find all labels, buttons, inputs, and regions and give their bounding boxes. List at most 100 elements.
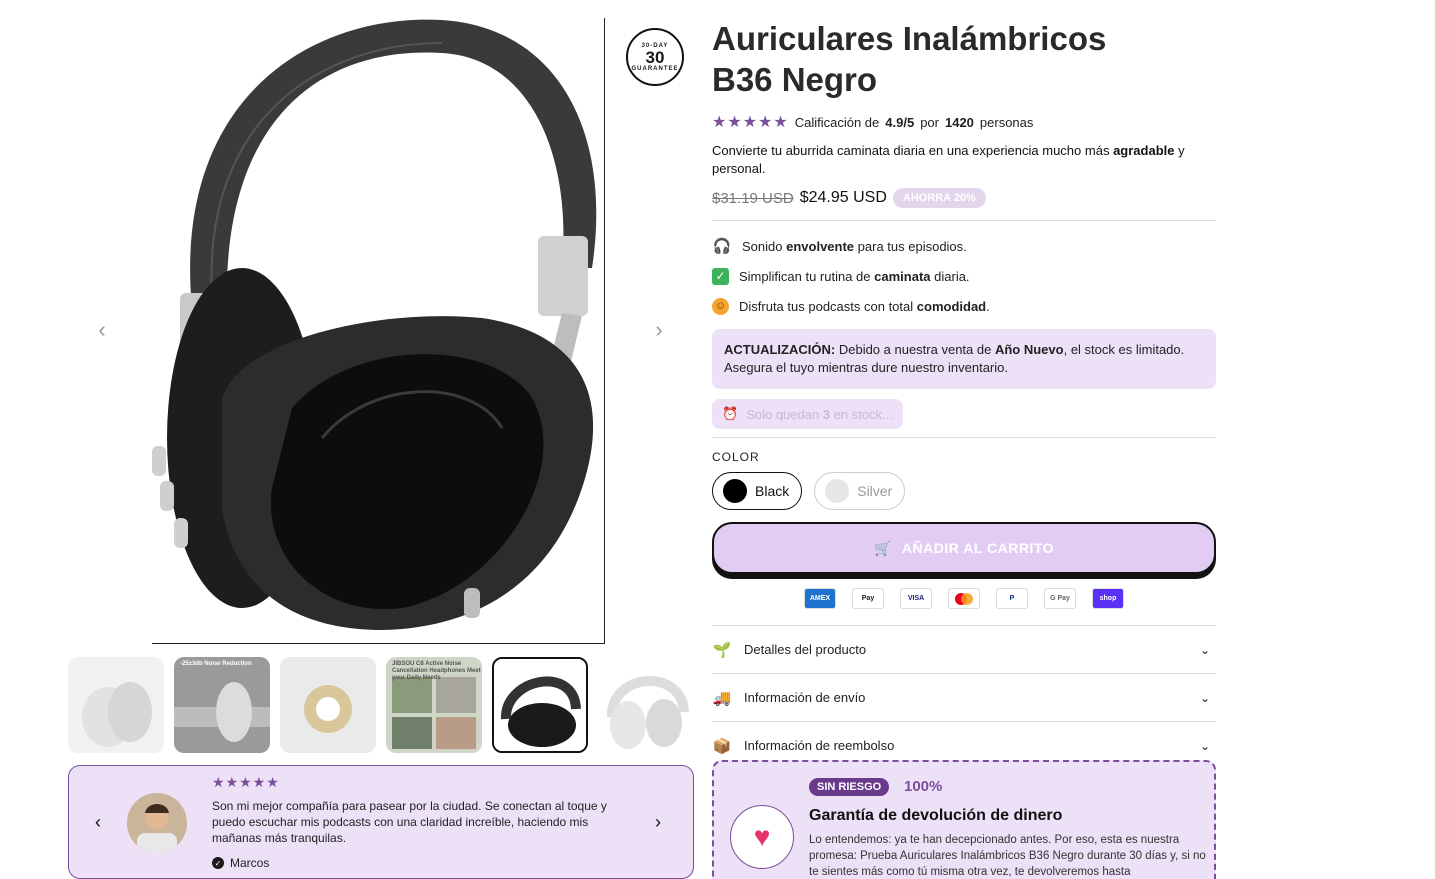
thumbnail-2[interactable]: -25±3db Noise Reduction (174, 657, 270, 753)
feature-text: Disfruta tus podcasts con total comodida… (739, 298, 990, 314)
avatar-image (127, 793, 187, 853)
thumbnail-image (174, 657, 270, 753)
divider (712, 437, 1216, 438)
testimonial-stars: ★★★★★ (212, 774, 280, 790)
product-info: Auriculares Inalámbricos B36 Negro ★★★★★… (712, 18, 1216, 769)
testimonial-prev-icon[interactable]: ‹ (95, 812, 101, 833)
accordion-shipping-info[interactable]: 🚚 Información de envío ⌄ (712, 673, 1216, 721)
thumbnail-4[interactable]: JIBSOU C8 Active Noise Cancellation Head… (386, 657, 482, 753)
sale-price: $24.95 USD (799, 189, 887, 206)
desc-part-1: Convierte tu aburrida caminata diaria en… (712, 143, 1110, 158)
color-dot (723, 479, 747, 503)
feature-item: ☺ Disfruta tus podcasts con total comodi… (712, 291, 1216, 321)
sparkling-heart-icon: ♥ (730, 805, 794, 869)
feature-text: Sonido envolvente para tus episodios. (742, 238, 967, 254)
visa-icon: VISA (900, 588, 932, 609)
seal-bottom-text: GUARANTEE (631, 65, 679, 72)
mastercard-icon (948, 588, 980, 609)
guarantee-title: Garantía de devolución de dinero (809, 807, 1063, 824)
rating-stars-icon: ★★★★★ (712, 114, 789, 131)
shop-pay-icon: shop (1092, 588, 1124, 609)
feature-item: 🎧 Sonido envolvente para tus episodios. (712, 231, 1216, 261)
feature-item: ✓ Simplifican tu rutina de caminata diar… (712, 261, 1216, 291)
feature-text: Simplifican tu rutina de caminata diaria… (739, 268, 970, 284)
guarantee-percent: 100% (904, 778, 943, 795)
amex-icon: AMEX (804, 588, 836, 609)
color-option-label: COLOR (712, 450, 760, 464)
smile-icon: ☺ (712, 297, 729, 315)
stock-counter: ⏰ Solo quedan 3 en stock... (712, 399, 903, 429)
divider (712, 220, 1216, 221)
rating-count: 1420 (944, 114, 974, 130)
apple-pay-icon: Pay (852, 588, 884, 609)
thumbnail-5-selected[interactable] (492, 657, 588, 753)
author-name: Marcos (230, 856, 270, 870)
product-gallery: 30-DAY 30 GUARANTEE ‹ › (68, 18, 694, 644)
update-label: ACTUALIZACIÓN: (724, 342, 836, 357)
rating-value: 4.9/5 (885, 114, 915, 130)
cart-icon: 🛒 (873, 539, 892, 556)
thumbnail-image (598, 657, 694, 753)
money-back-guarantee: ♥ SIN RIESGO 100% Garantía de devolución… (712, 760, 1216, 879)
testimonial-card: ‹ ★★★★★ Son mi mejor compañía para pasea… (68, 765, 694, 879)
paypal-icon: P (996, 588, 1028, 609)
accordion-label: Información de reembolso (744, 738, 895, 753)
product-title: Auriculares Inalámbricos B36 Negro (712, 20, 1107, 98)
thumbnail-3[interactable] (280, 657, 376, 753)
delivery-truck-icon: 🚚 (712, 689, 732, 707)
testimonial-text: Son mi mejor compañía para pasear por la… (212, 799, 607, 845)
thumbnail-image (280, 657, 376, 753)
chevron-down-icon: ⌄ (1199, 690, 1210, 705)
google-pay-icon: G Pay (1044, 588, 1076, 609)
thumbnail-1[interactable] (68, 657, 164, 753)
product-accordion: 🌱 Detalles del producto ⌄ 🚚 Información … (712, 625, 1216, 769)
savings-badge: AHORRA 20% (892, 188, 986, 208)
rating-prefix: Calificación de (794, 114, 880, 130)
thumbnail-image (494, 659, 586, 751)
stock-update-notice: ACTUALIZACIÓN: Debido a nuestra venta de… (712, 329, 1216, 389)
headphones-image (152, 19, 597, 630)
add-to-cart-button[interactable]: 🛒 AÑADIR AL CARRITO (712, 522, 1216, 574)
alarm-clock-icon: ⏰ (722, 406, 739, 421)
color-dot (825, 479, 850, 503)
swatch-silver[interactable]: Silver (814, 472, 906, 510)
guarantee-seal: 30-DAY 30 GUARANTEE (626, 28, 684, 86)
product-description: Convierte tu aburrida caminata diaria en… (712, 142, 1216, 178)
accordion-product-details[interactable]: 🌱 Detalles del producto ⌄ (712, 625, 1216, 673)
swatch-black[interactable]: Black (712, 472, 803, 510)
risk-free-badge: SIN RIESGO (809, 778, 890, 796)
main-product-image (152, 18, 605, 644)
rating-mid: por (920, 114, 939, 130)
compare-price: $31.19 USD (712, 189, 794, 207)
color-swatches: Black Silver (712, 472, 1216, 510)
accordion-label: Información de envío (744, 690, 866, 705)
thumbnail-strip: -25±3db Noise Reduction JIBSOU C8 Active… (68, 657, 694, 753)
accordion-label: Detalles del producto (744, 642, 867, 657)
seedling-icon: 🌱 (712, 641, 732, 659)
checkmark-icon: ✓ (712, 267, 729, 285)
testimonial-next-icon[interactable]: › (655, 812, 661, 833)
desc-bold: agradable (1113, 143, 1175, 158)
update-text: Debido a nuestra venta de (838, 342, 992, 357)
swatch-label: Silver (857, 483, 893, 499)
stock-text: Solo quedan 3 en stock... (746, 406, 893, 422)
payment-icons: AMEX Pay VISA P G Pay shop (712, 588, 1216, 609)
avatar (127, 793, 187, 853)
thumbnail-6[interactable] (598, 657, 694, 753)
thumbnail-image (68, 657, 164, 753)
rating-suffix: personas (979, 114, 1034, 130)
package-icon: 📦 (712, 737, 732, 755)
seal-number: 30 (645, 47, 665, 67)
guarantee-text: Lo entendemos: ya te han decepcionado an… (809, 834, 1206, 878)
rating-row: ★★★★★ Calificación de 4.9/5 por 1420 per… (712, 112, 1216, 132)
chevron-down-icon: ⌄ (1199, 738, 1210, 753)
update-bold: Año Nuevo (994, 342, 1064, 357)
gallery-next-arrow-icon[interactable]: › (647, 317, 671, 342)
thumbnail-caption: -25±3db Noise Reduction (180, 661, 252, 667)
add-to-cart-label: AÑADIR AL CARRITO (901, 540, 1055, 556)
verified-check-icon: ✓ (212, 857, 224, 869)
gallery-prev-arrow-icon[interactable]: ‹ (90, 317, 114, 342)
price-row: $31.19 USD $24.95 USD AHORRA 20% (712, 188, 1216, 208)
testimonial-author: ✓ Marcos (212, 856, 269, 870)
headphones-icon: 🎧 (712, 238, 732, 255)
